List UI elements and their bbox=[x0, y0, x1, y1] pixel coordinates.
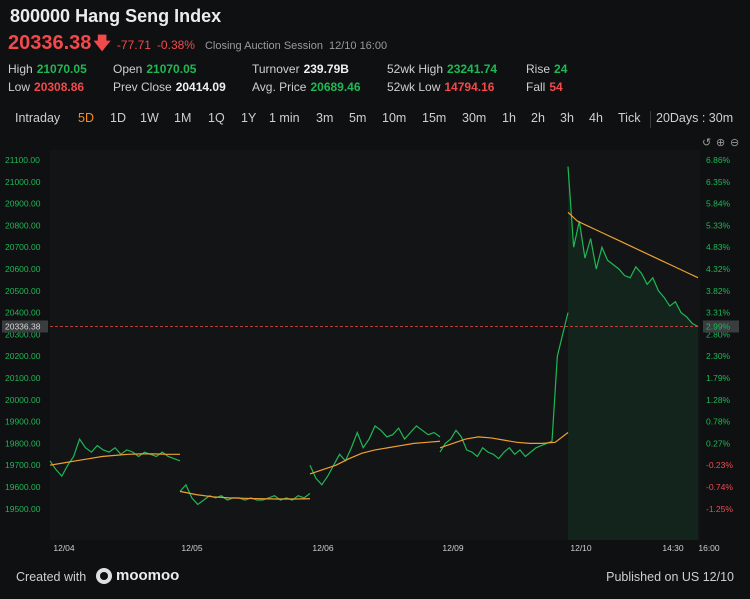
moomoo-brand-text: moomoo bbox=[116, 567, 180, 584]
x-tick-label: 12/10 bbox=[570, 543, 592, 553]
y-pct-tick-label: 6.86% bbox=[706, 155, 731, 165]
y-tick-label: 20900.00 bbox=[5, 199, 41, 209]
y-tick-label: 19700.00 bbox=[5, 460, 41, 470]
y-pct-tick-label: 5.33% bbox=[706, 220, 731, 230]
x-tick-label: 16:00 bbox=[698, 543, 720, 553]
y-tick-label: 20400.00 bbox=[5, 308, 41, 318]
current-pct-label: 2.99% bbox=[706, 321, 731, 331]
current-price-label: 20336.38 bbox=[5, 321, 41, 331]
y-tick-label: 21000.00 bbox=[5, 177, 41, 187]
moomoo-logo[interactable]: moomoo bbox=[96, 567, 179, 584]
x-tick-label: 12/05 bbox=[181, 543, 203, 553]
y-pct-tick-label: -1.25% bbox=[706, 504, 733, 514]
x-tick-label: 12/04 bbox=[53, 543, 75, 553]
y-tick-label: 20000.00 bbox=[5, 395, 41, 405]
y-tick-label: 20200.00 bbox=[5, 351, 41, 361]
y-pct-tick-label: 2.30% bbox=[706, 351, 731, 361]
y-tick-label: 20600.00 bbox=[5, 264, 41, 274]
moomoo-logo-icon bbox=[96, 567, 112, 584]
y-pct-tick-label: 0.27% bbox=[706, 438, 731, 448]
y-pct-tick-label: 4.32% bbox=[706, 264, 731, 274]
y-tick-label: 19600.00 bbox=[5, 482, 41, 492]
published-date: Published on US 12/10 bbox=[606, 570, 734, 584]
x-tick-label: 12/09 bbox=[442, 543, 464, 553]
y-tick-label: 19800.00 bbox=[5, 438, 41, 448]
y-pct-tick-label: -0.74% bbox=[706, 482, 733, 492]
y-tick-label: 19900.00 bbox=[5, 417, 41, 427]
y-pct-tick-label: 6.35% bbox=[706, 177, 731, 187]
y-pct-tick-label: 1.79% bbox=[706, 373, 731, 383]
y-pct-tick-label: 3.31% bbox=[706, 308, 731, 318]
x-tick-label: 14:30 bbox=[662, 543, 684, 553]
y-pct-tick-label: 4.83% bbox=[706, 242, 731, 252]
y-tick-label: 19500.00 bbox=[5, 504, 41, 514]
y-tick-label: 20500.00 bbox=[5, 286, 41, 296]
y-pct-tick-label: 1.28% bbox=[706, 395, 731, 405]
y-tick-label: 20800.00 bbox=[5, 220, 41, 230]
y-pct-tick-label: -0.23% bbox=[706, 460, 733, 470]
y-tick-label: 21100.00 bbox=[5, 155, 40, 165]
y-tick-label: 20700.00 bbox=[5, 242, 41, 252]
price-chart[interactable]: 21100.00 21000.00 20900.00 20800.00 20700.00… bbox=[0, 0, 750, 599]
y-pct-tick-label: 5.84% bbox=[706, 199, 731, 209]
created-with-label: Created with bbox=[16, 570, 87, 584]
y-pct-tick-label: 0.78% bbox=[706, 417, 731, 427]
x-tick-label: 12/06 bbox=[312, 543, 334, 553]
y-tick-label: 20100.00 bbox=[5, 373, 41, 383]
y-pct-tick-label: 3.82% bbox=[706, 286, 731, 296]
